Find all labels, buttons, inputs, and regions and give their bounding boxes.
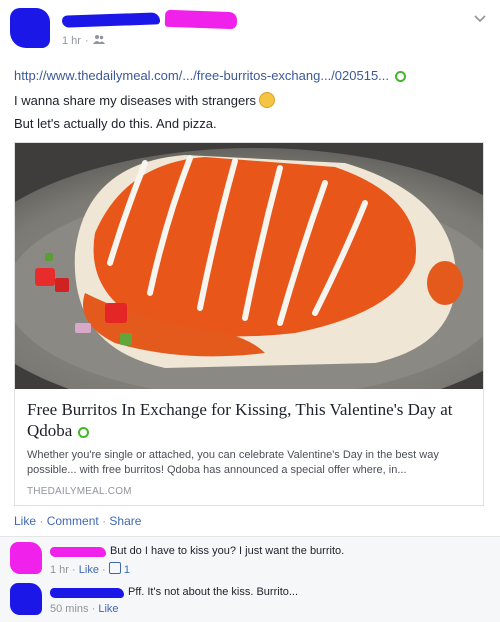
- link-preview-card[interactable]: Free Burritos In Exchange for Kissing, T…: [14, 142, 484, 506]
- commenter-name-redacted[interactable]: [50, 547, 106, 557]
- share-button[interactable]: Share: [109, 514, 141, 528]
- comment-time[interactable]: 50 mins: [50, 603, 89, 615]
- post-time[interactable]: 1 hr: [62, 35, 81, 47]
- comment-meta: 50 mins · Like: [50, 603, 119, 615]
- post-message-line1: I wanna share my diseases with strangers: [14, 92, 276, 108]
- action-separator: ·: [39, 514, 44, 528]
- link-status-icon: [395, 71, 407, 83]
- shared-link-text[interactable]: http://www.thedailymeal.com/.../free-bur…: [14, 68, 389, 83]
- burrito-photo[interactable]: [15, 143, 483, 389]
- comment-time[interactable]: 1 hr: [50, 564, 69, 576]
- comment-like-count[interactable]: 1: [124, 564, 130, 576]
- comment-meta-separator: ·: [72, 564, 76, 576]
- author-name-redacted[interactable]: [61, 12, 161, 28]
- comment-text: But do I have to kiss you? I just want t…: [110, 545, 345, 557]
- card-source[interactable]: THEDAILYMEAL.COM: [27, 486, 132, 497]
- commenter-avatar-redacted[interactable]: [10, 583, 42, 615]
- post-message-line2: But let's actually do this. And pizza.: [14, 116, 217, 131]
- tagged-name-redacted[interactable]: [164, 9, 238, 30]
- post-meta: 1 hr ·: [62, 34, 105, 47]
- thumbs-up-icon: [108, 562, 121, 574]
- commenter-name-redacted[interactable]: [50, 588, 124, 598]
- like-button[interactable]: Like: [14, 514, 36, 528]
- chevron-down-icon[interactable]: [474, 12, 486, 26]
- post-actions: Like · Comment · Share: [14, 514, 141, 528]
- comment-meta: 1 hr · Like · 1: [50, 562, 130, 576]
- card-title[interactable]: Free Burritos In Exchange for Kissing, T…: [27, 399, 473, 441]
- comment-text: Pff. It's not about the kiss. Burrito...: [128, 586, 299, 598]
- comment-like-button[interactable]: Like: [98, 603, 118, 615]
- commenter-avatar-redacted[interactable]: [10, 542, 42, 574]
- post-message-text: I wanna share my diseases with strangers: [14, 93, 257, 108]
- grin-emoji-icon: [259, 92, 276, 108]
- comments-section: But do I have to kiss you? I just want t…: [0, 536, 500, 622]
- comment-meta-separator: ·: [102, 564, 106, 576]
- post: 1 hr · http://www.thedailymeal.com/.../f…: [0, 0, 500, 535]
- meta-separator: ·: [84, 34, 89, 47]
- comment-button[interactable]: Comment: [47, 514, 99, 528]
- shared-link[interactable]: http://www.thedailymeal.com/.../free-bur…: [14, 68, 407, 83]
- friends-icon[interactable]: [92, 34, 105, 47]
- action-separator: ·: [102, 514, 107, 528]
- card-description: Whether you're single or attached, you c…: [27, 449, 439, 476]
- comment-like-button[interactable]: Like: [79, 564, 99, 576]
- card-title-text[interactable]: Free Burritos In Exchange for Kissing, T…: [27, 400, 452, 440]
- comment-meta-separator: ·: [91, 603, 96, 615]
- card-status-icon: [78, 426, 90, 438]
- author-avatar-redacted[interactable]: [10, 8, 50, 48]
